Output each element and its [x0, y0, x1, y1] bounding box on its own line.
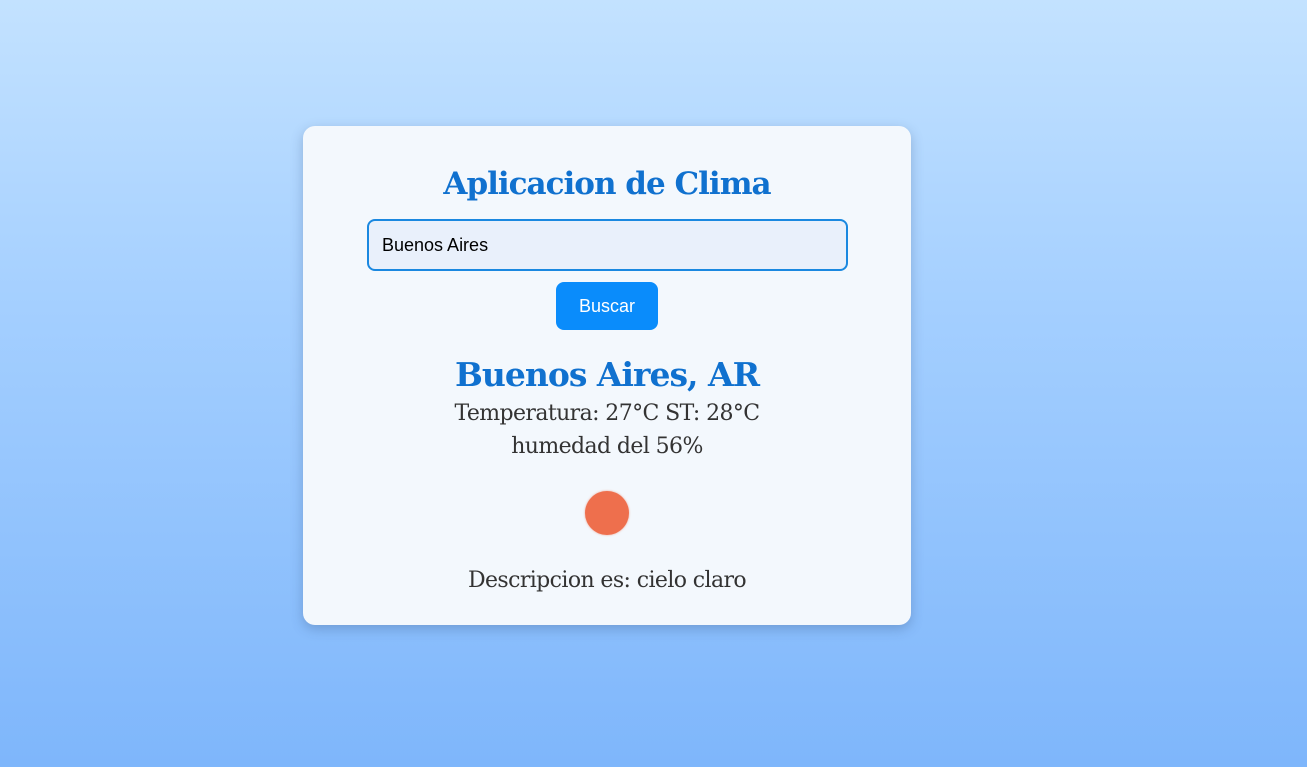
app-title: Aplicacion de Clima [443, 166, 771, 202]
weather-card: Aplicacion de Clima Buscar Buenos Aires,… [303, 126, 911, 625]
city-search-input[interactable] [367, 219, 848, 271]
description-text: Descripcion es: cielo claro [467, 568, 747, 593]
sun-icon [585, 491, 629, 535]
temperature-text: Temperatura: 27°C ST: 28°C [454, 401, 760, 426]
search-button[interactable]: Buscar [556, 282, 658, 330]
humidity-text: humedad del 56% [511, 434, 703, 459]
location-heading: Buenos Aires, AR [454, 355, 760, 394]
